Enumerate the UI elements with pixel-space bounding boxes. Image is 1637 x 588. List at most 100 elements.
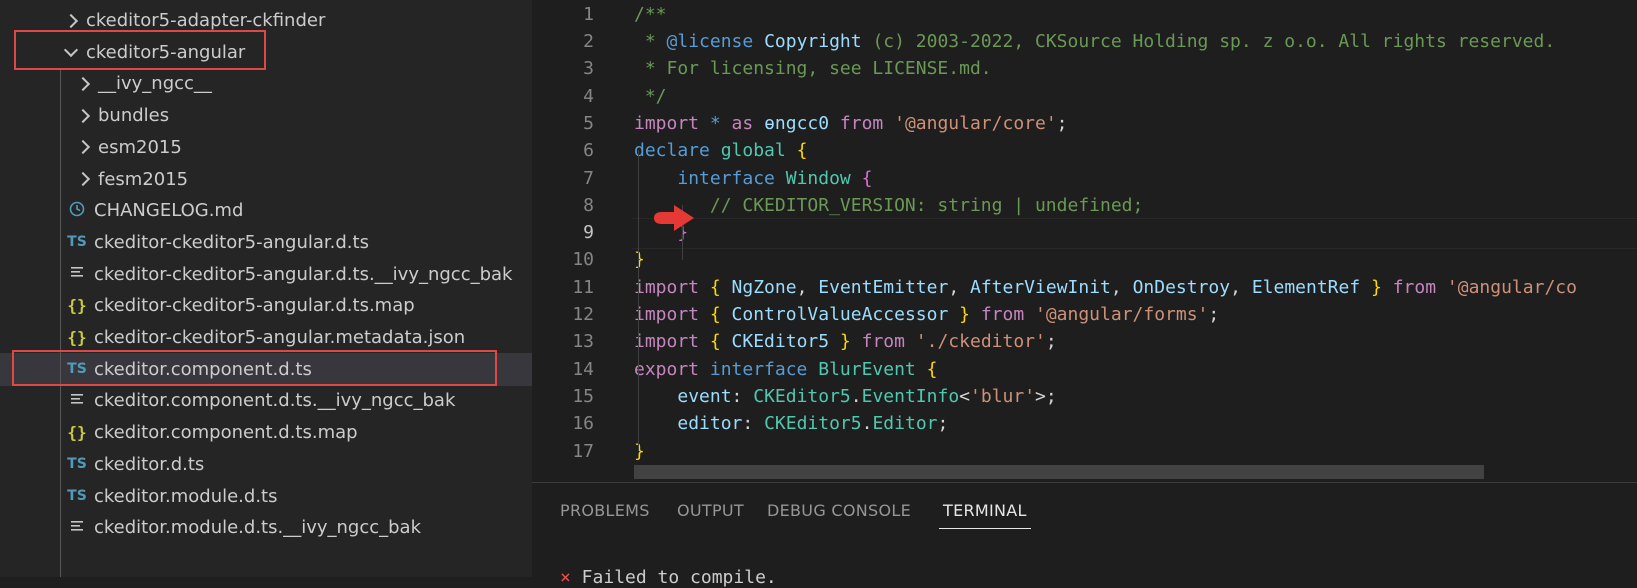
tab-problems[interactable]: PROBLEMS bbox=[560, 501, 650, 520]
file-item[interactable]: ckeditor.module.d.ts.__ivy_ngcc_bak bbox=[0, 511, 532, 544]
code-token: from bbox=[861, 331, 916, 353]
code-line[interactable]: 11 import { NgZone, EventEmitter, AfterVi… bbox=[532, 273, 1637, 302]
code-token: ElementRef bbox=[1251, 276, 1372, 298]
code-token: ; bbox=[1056, 112, 1068, 134]
folder-label: fesm2015 bbox=[98, 168, 189, 190]
indent-guide bbox=[60, 68, 61, 577]
chevron-down-icon[interactable] bbox=[62, 43, 80, 61]
code-line[interactable]: 17} bbox=[532, 437, 1637, 466]
tab-debug-console[interactable]: DEBUG CONSOLE bbox=[767, 501, 911, 520]
code-token: Window bbox=[785, 167, 862, 189]
code-text: import * as ɵngcc0 from '@angular/core'; bbox=[634, 113, 1068, 134]
folder-item[interactable]: ckeditor5-adapter-ckfinder bbox=[0, 4, 532, 37]
file-item[interactable]: TS ckeditor.d.ts bbox=[0, 448, 532, 481]
code-text: event: CKEditor5.EventInfo<'blur'>; bbox=[634, 385, 1057, 407]
code-token: CKEditor5 bbox=[753, 385, 851, 407]
code-token: { bbox=[709, 276, 732, 298]
code-text: export interface BlurEvent { bbox=[634, 359, 937, 380]
terminal-output: × Failed to compile. bbox=[560, 567, 777, 588]
code-token: CKEditor5 bbox=[764, 413, 862, 435]
code-token: CKEditor5 bbox=[731, 331, 840, 353]
chevron-right-icon[interactable] bbox=[74, 138, 92, 156]
code-token: , bbox=[948, 276, 970, 298]
line-number: 14 bbox=[572, 358, 594, 380]
code-line[interactable]: 14 export interface BlurEvent { bbox=[532, 355, 1637, 384]
line-number: 13 bbox=[572, 331, 594, 353]
code-token: editor bbox=[677, 413, 743, 435]
code-line[interactable]: 12 import { ControlValueAccessor } from '… bbox=[532, 300, 1637, 329]
line-number: 4 bbox=[583, 85, 594, 107]
file-label: ckeditor.component.d.ts.map bbox=[94, 422, 358, 444]
code-line[interactable]: 7 interface Window { bbox=[532, 164, 1637, 193]
line-number: 7 bbox=[583, 167, 594, 189]
code-line[interactable]: 4 */ bbox=[532, 82, 1637, 111]
code-line[interactable]: 6 declare global { bbox=[532, 137, 1637, 166]
folder-item[interactable]: ckeditor5-angular bbox=[0, 36, 532, 69]
file-label: CHANGELOG.md bbox=[94, 200, 244, 222]
code-text: import { CKEditor5 } from './ckeditor'; bbox=[634, 331, 1057, 352]
tab-output[interactable]: OUTPUT bbox=[677, 501, 744, 520]
code-token: from bbox=[980, 304, 1035, 326]
code-line[interactable]: 3 * For licensing, see LICENSE.md. bbox=[532, 55, 1637, 84]
code-token: export bbox=[634, 358, 710, 380]
code-token: { bbox=[796, 140, 808, 162]
file-label: ckeditor-ckeditor5-angular.d.ts.map bbox=[94, 295, 415, 317]
code-token: : bbox=[731, 385, 754, 407]
code-token: ControlValueAccessor bbox=[731, 304, 960, 326]
folder-item[interactable]: bundles bbox=[0, 99, 532, 132]
code-token: interface bbox=[709, 358, 819, 380]
file-label: ckeditor.component.d.ts bbox=[94, 358, 312, 380]
code-line[interactable]: 2 * @license Copyright (c) 2003-2022, CK… bbox=[532, 27, 1637, 56]
file-item[interactable]: TS ckeditor-ckeditor5-angular.d.ts bbox=[0, 226, 532, 259]
code-line[interactable]: 1 /** bbox=[532, 0, 1637, 29]
code-token: import bbox=[634, 331, 710, 353]
code-line[interactable]: 15 event: CKEditor5.EventInfo<'blur'>; bbox=[532, 382, 1637, 411]
code-line[interactable]: 16 editor: CKEditor5.Editor; bbox=[532, 410, 1637, 439]
line-number: 6 bbox=[583, 140, 594, 162]
file-item[interactable]: {} ckeditor.component.d.ts.map bbox=[0, 416, 532, 449]
tab-terminal[interactable]: TERMINAL bbox=[939, 501, 1031, 529]
chevron-right-icon[interactable] bbox=[62, 12, 80, 30]
code-token: { bbox=[709, 331, 732, 353]
line-number: 3 bbox=[583, 58, 594, 80]
folder-label: ckeditor5-angular bbox=[86, 41, 246, 63]
code-token: . bbox=[861, 413, 873, 435]
ts-icon: TS bbox=[67, 488, 87, 504]
line-number: 16 bbox=[572, 413, 594, 435]
folder-item[interactable]: fesm2015 bbox=[0, 163, 532, 196]
code-text: /** bbox=[634, 4, 667, 25]
file-item[interactable]: TS ckeditor.component.d.ts bbox=[0, 352, 532, 386]
line-number: 15 bbox=[572, 385, 594, 407]
chevron-right-icon[interactable] bbox=[74, 107, 92, 125]
file-item[interactable]: ckeditor.component.d.ts.__ivy_ngcc_bak bbox=[0, 384, 532, 417]
line-number: 10 bbox=[572, 249, 594, 271]
file-label: ckeditor-ckeditor5-angular.metadata.json bbox=[94, 327, 466, 348]
line-number: 11 bbox=[572, 276, 594, 298]
code-token: } bbox=[634, 249, 645, 271]
code-line[interactable]: 13 import { CKEditor5 } from './ckeditor'… bbox=[532, 328, 1637, 357]
terminal-error-text: Failed to compile. bbox=[570, 567, 777, 588]
line-number: 1 bbox=[583, 3, 594, 25]
code-token: ; bbox=[1208, 304, 1220, 326]
folder-item[interactable]: __ivy_ngcc__ bbox=[0, 67, 532, 100]
code-line[interactable]: 5 import * as ɵngcc0 from '@angular/core'… bbox=[532, 109, 1637, 138]
line-number: 2 bbox=[583, 31, 594, 53]
file-item[interactable]: {} ckeditor-ckeditor5-angular.d.ts.map bbox=[0, 289, 532, 322]
horizontal-scrollbar[interactable] bbox=[634, 465, 1484, 479]
folder-item[interactable]: esm2015 bbox=[0, 131, 532, 164]
file-item[interactable]: TS ckeditor.module.d.ts bbox=[0, 480, 532, 513]
chevron-right-icon[interactable] bbox=[74, 75, 92, 93]
code-token: >; bbox=[1035, 385, 1057, 407]
chevron-right-icon[interactable] bbox=[74, 170, 92, 188]
braces-icon: {} bbox=[67, 296, 87, 316]
code-line[interactable]: 10} bbox=[532, 246, 1637, 275]
code-token: BlurEvent bbox=[818, 358, 927, 380]
code-editor[interactable]: 1 /** 2 * @license Copyright (c) 2003-2022… bbox=[532, 0, 1637, 482]
file-item[interactable]: {} ckeditor-ckeditor5-angular.metadata.js… bbox=[0, 321, 532, 354]
code-token: EventInfo bbox=[861, 385, 960, 407]
code-token: Editor bbox=[872, 413, 938, 435]
code-text: // CKEDITOR_VERSION: string | undefined; bbox=[634, 195, 1143, 216]
line-number: 5 bbox=[583, 112, 594, 134]
file-item[interactable]: CHANGELOG.md bbox=[0, 194, 532, 227]
file-item[interactable]: ckeditor-ckeditor5-angular.d.ts.__ivy_ng… bbox=[0, 258, 532, 291]
